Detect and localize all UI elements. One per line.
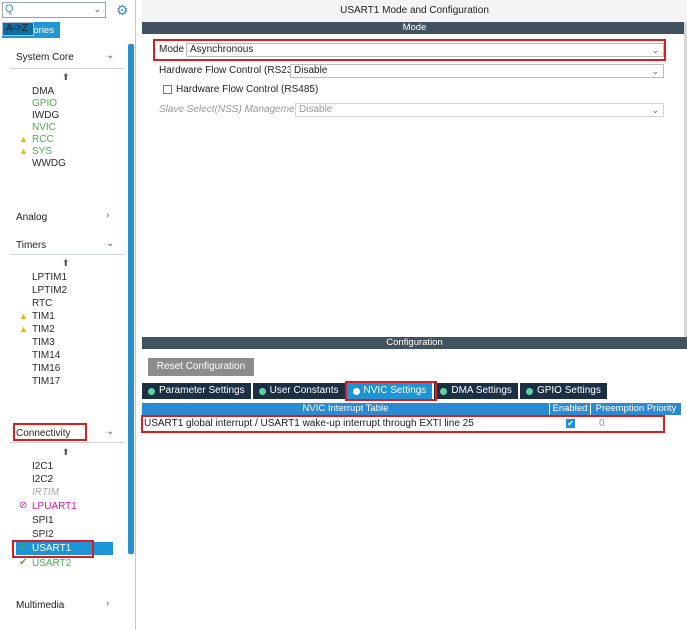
- sidebar-item-nvic[interactable]: NVIC: [32, 122, 56, 133]
- divider: [10, 442, 125, 443]
- sidebar-item-gpio[interactable]: GPIO: [32, 98, 57, 109]
- configuration-section-header: Configuration: [142, 337, 687, 349]
- status-dot-icon: [258, 387, 266, 395]
- sidebar-item-iwdg[interactable]: IWDG: [32, 110, 59, 121]
- gear-icon[interactable]: ⚙: [116, 2, 129, 19]
- chevron-down-icon[interactable]: ⌄: [106, 238, 114, 249]
- hw-flow-rs232-select[interactable]: Disable ⌄: [290, 64, 664, 78]
- sidebar-item-irtim[interactable]: IRTIM: [32, 487, 59, 498]
- warning-icon: ▲: [19, 134, 28, 144]
- warning-icon: ▲: [19, 324, 28, 334]
- warning-icon: ▲: [19, 311, 28, 321]
- highlight-box: [12, 540, 94, 558]
- chevron-down-icon[interactable]: ⌄: [93, 4, 101, 15]
- sidebar-item-spi2[interactable]: SPI2: [32, 529, 54, 540]
- sidebar-item-wwdg[interactable]: WWDG: [32, 158, 66, 169]
- divider: [10, 254, 125, 255]
- sort-icon[interactable]: ⬆: [62, 72, 70, 83]
- tab-parameter-settings[interactable]: Parameter Settings: [142, 383, 251, 399]
- sort-icon[interactable]: ⬆: [62, 258, 70, 269]
- check-icon: ✔: [19, 557, 28, 568]
- highlight-box: [13, 423, 87, 441]
- hw-flow-rs485-label: Hardware Flow Control (RS485): [176, 84, 319, 95]
- sidebar-item-usart2[interactable]: USART2: [32, 558, 71, 569]
- nvic-table-header: NVIC Interrupt Table Enabled Preemption …: [142, 403, 681, 415]
- sidebar-item-tim3[interactable]: TIM3: [32, 337, 55, 348]
- category-timers[interactable]: Timers: [16, 240, 46, 251]
- nss-select[interactable]: Disable ⌄: [295, 103, 664, 117]
- column-header-preemption-priority: Preemption Priority: [591, 403, 681, 415]
- tab-gpio-settings[interactable]: GPIO Settings: [519, 383, 607, 399]
- sidebar-item-spi1[interactable]: SPI1: [32, 515, 54, 526]
- category-system-core[interactable]: System Core: [16, 52, 74, 63]
- sidebar-item-dma[interactable]: DMA: [32, 86, 54, 97]
- reset-configuration-button[interactable]: Reset Configuration: [148, 358, 254, 376]
- sidebar-item-rtc[interactable]: RTC: [32, 298, 52, 309]
- highlight-box: [141, 415, 665, 433]
- search-input[interactable]: Q ⌄: [2, 2, 106, 18]
- column-header-interrupt: NVIC Interrupt Table: [142, 403, 550, 415]
- hw-flow-rs485-row[interactable]: Hardware Flow Control (RS485): [163, 84, 318, 95]
- chevron-down-icon: ⌄: [651, 66, 659, 76]
- status-dot-icon: [525, 387, 533, 395]
- sidebar-item-rcc[interactable]: RCC: [32, 134, 54, 145]
- error-icon: ⊘: [19, 500, 28, 511]
- sidebar-item-tim17[interactable]: TIM17: [32, 376, 60, 387]
- tab-dma-settings[interactable]: DMA Settings: [434, 383, 518, 399]
- status-dot-icon: [148, 387, 155, 395]
- sidebar-item-tim16[interactable]: TIM16: [32, 363, 60, 374]
- warning-icon: ▲: [19, 146, 28, 156]
- mode-section-header: Mode: [142, 22, 687, 34]
- search-icon: Q: [5, 3, 14, 15]
- sidebar-item-sys[interactable]: SYS: [32, 146, 52, 157]
- chevron-right-icon[interactable]: ›: [106, 210, 109, 221]
- sidebar-item-lptim1[interactable]: LPTIM1: [32, 272, 67, 283]
- divider: [10, 68, 125, 69]
- sort-icon[interactable]: ⬆: [62, 447, 70, 458]
- sidebar-item-tim1[interactable]: TIM1: [32, 311, 55, 322]
- sidebar-item-tim2[interactable]: TIM2: [32, 324, 55, 335]
- chevron-down-icon: ⌄: [651, 105, 659, 115]
- hw-flow-rs485-checkbox[interactable]: [163, 84, 172, 94]
- nss-label: Slave Select(NSS) Management: [159, 104, 303, 115]
- nss-value: Disable: [299, 104, 333, 115]
- sidebar-item-lptim2[interactable]: LPTIM2: [32, 285, 67, 296]
- chevron-down-icon[interactable]: ⌄: [106, 50, 114, 61]
- hw-flow-rs232-value: Disable: [294, 65, 328, 76]
- sidebar-item-lpuart1[interactable]: LPUART1: [32, 501, 77, 512]
- category-multimedia[interactable]: Multimedia: [16, 600, 64, 611]
- sidebar-item-i2c1[interactable]: I2C1: [32, 461, 53, 472]
- chevron-right-icon[interactable]: ›: [106, 598, 109, 609]
- tab-user-constants[interactable]: User Constants: [252, 383, 345, 399]
- highlight-box: [153, 39, 666, 61]
- sidebar-tabs: Categories A->Z: [2, 22, 60, 38]
- status-dot-icon: [440, 387, 448, 395]
- sidebar-scrollbar[interactable]: [128, 44, 134, 554]
- category-analog[interactable]: Analog: [16, 212, 47, 223]
- tab-a-z[interactable]: A->Z: [2, 22, 34, 36]
- highlight-box: [345, 381, 437, 401]
- sidebar-item-i2c2[interactable]: I2C2: [32, 474, 53, 485]
- page-title: USART1 Mode and Configuration: [142, 0, 687, 22]
- hw-flow-rs232-label: Hardware Flow Control (RS232): [159, 65, 302, 76]
- chevron-down-icon[interactable]: ⌄: [106, 426, 114, 437]
- column-header-enabled: Enabled: [550, 403, 591, 415]
- sidebar-item-tim14[interactable]: TIM14: [32, 350, 60, 361]
